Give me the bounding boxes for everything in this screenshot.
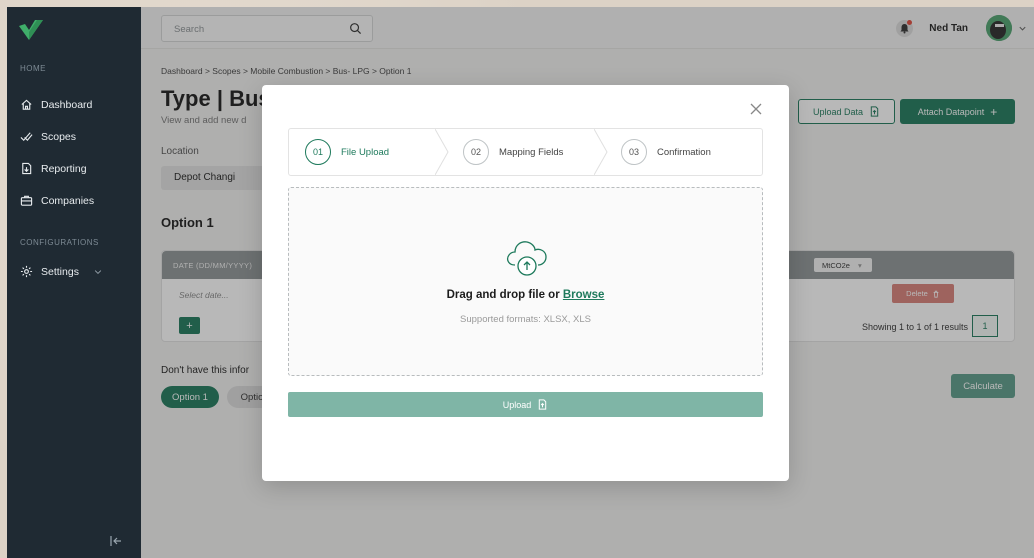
sidebar-section-configurations: CONFIGURATIONS — [20, 238, 99, 247]
sidebar-item-label: Reporting — [41, 162, 87, 175]
stepper: 01 File Upload 02 Mapping Fields 03 Conf… — [288, 128, 763, 176]
report-file-icon — [22, 162, 32, 175]
step-mapping-fields[interactable]: 02 Mapping Fields — [463, 129, 563, 175]
step-separator-icon — [594, 129, 608, 175]
step-number: 02 — [463, 139, 489, 165]
step-confirmation[interactable]: 03 Confirmation — [621, 129, 711, 175]
sidebar-item-label: Scopes — [41, 130, 77, 143]
step-number: 01 — [305, 139, 331, 165]
briefcase-icon — [20, 195, 33, 206]
sidebar-item-reporting[interactable]: Reporting — [20, 162, 87, 175]
double-check-icon — [20, 132, 33, 142]
step-label: Confirmation — [657, 146, 711, 158]
step-separator-icon — [435, 129, 449, 175]
file-dropzone[interactable]: Drag and drop file or Browse Supported f… — [288, 187, 763, 376]
sidebar-section-home: HOME — [20, 64, 46, 73]
home-icon — [21, 99, 32, 110]
step-label: File Upload — [341, 146, 390, 158]
upload-label: Upload — [502, 399, 532, 410]
sidebar-item-dashboard[interactable]: Dashboard — [20, 98, 92, 111]
upload-modal: 01 File Upload 02 Mapping Fields 03 Conf… — [262, 85, 789, 481]
step-number: 03 — [621, 139, 647, 165]
sidebar-item-label: Companies — [41, 194, 95, 207]
browse-link[interactable]: Browse — [563, 289, 605, 301]
sidebar: HOME Dashboard Scopes Reporting Companie… — [7, 7, 141, 558]
sidebar-item-settings[interactable]: Settings — [20, 265, 103, 278]
sidebar-item-scopes[interactable]: Scopes — [20, 130, 76, 143]
sidebar-item-label: Settings — [41, 265, 79, 278]
app-frame: HOME Dashboard Scopes Reporting Companie… — [0, 0, 1034, 558]
gear-icon — [20, 265, 33, 278]
upload-file-icon — [539, 399, 547, 410]
chevron-down-icon — [94, 269, 102, 274]
collapse-sidebar-icon[interactable] — [109, 534, 123, 548]
sidebar-item-label: Dashboard — [41, 98, 93, 111]
upload-button[interactable]: Upload — [288, 392, 763, 417]
step-file-upload[interactable]: 01 File Upload — [305, 129, 389, 175]
close-icon[interactable] — [749, 102, 763, 116]
sidebar-item-companies[interactable]: Companies — [20, 194, 94, 207]
step-label: Mapping Fields — [499, 146, 564, 158]
drag-drop-text: Drag and drop file or Browse — [289, 289, 762, 301]
cloud-upload-icon — [507, 241, 547, 276]
drag-drop-label: Drag and drop file or — [446, 289, 563, 301]
supported-formats: Supported formats: XLSX, XLS — [460, 314, 591, 325]
brand-logo-icon — [19, 20, 43, 40]
